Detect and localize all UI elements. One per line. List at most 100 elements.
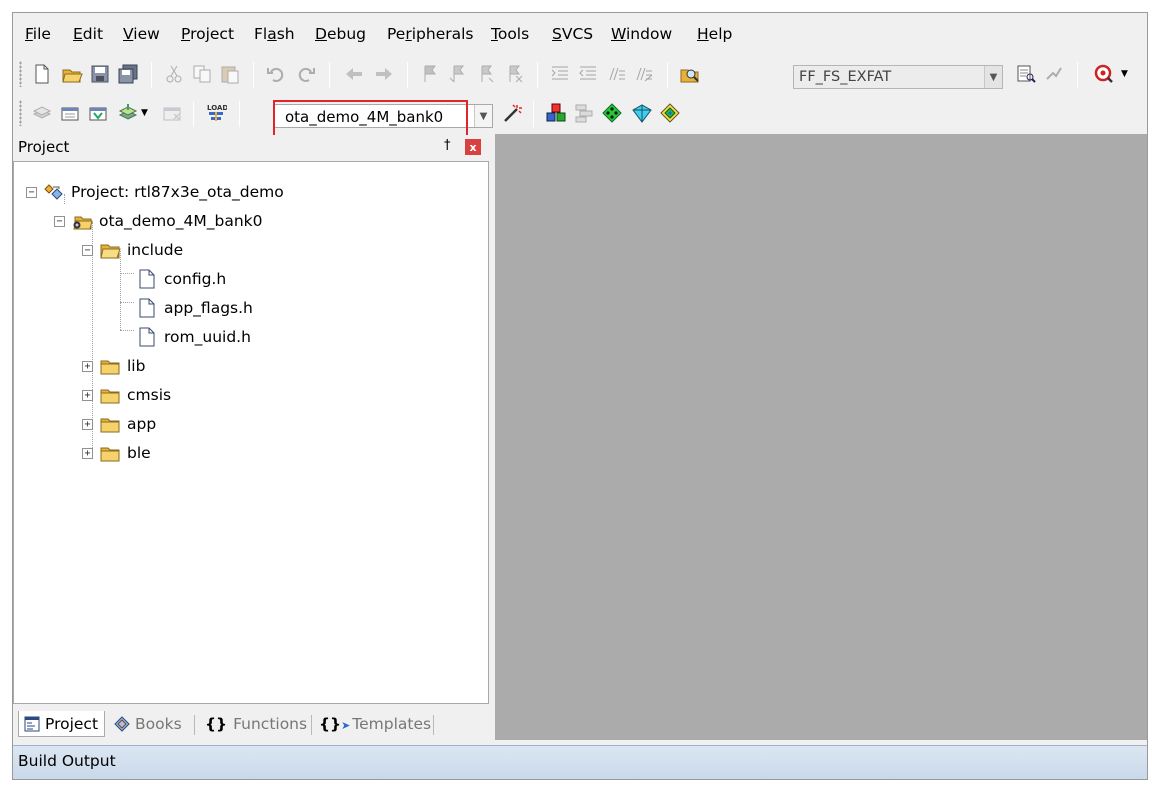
- translate-icon[interactable]: [31, 102, 53, 124]
- manage-components-icon[interactable]: [545, 102, 567, 124]
- ide-window: File Edit View Project Flash Debug Perip…: [12, 12, 1148, 780]
- navigate-forward-icon[interactable]: [373, 63, 395, 85]
- tree-node-group[interactable]: + ble: [82, 442, 151, 464]
- braces-icon: {}: [205, 715, 228, 733]
- collapse-toggle[interactable]: −: [82, 244, 93, 256]
- select-packs-icon[interactable]: [573, 102, 595, 124]
- expand-toggle[interactable]: +: [82, 389, 93, 401]
- group-label: cmsis: [127, 386, 172, 404]
- stop-build-icon[interactable]: [161, 102, 183, 124]
- menu-edit[interactable]: Edit: [73, 25, 103, 43]
- tree-connector: [120, 251, 121, 330]
- find-combo[interactable]: FF_FS_EXFAT ▼: [793, 65, 1003, 89]
- open-folder-icon: [99, 240, 121, 260]
- prev-bookmark-icon[interactable]: [447, 63, 469, 85]
- build-icon[interactable]: [59, 102, 81, 124]
- comment-icon[interactable]: [605, 63, 627, 85]
- cut-icon[interactable]: [163, 63, 185, 85]
- uncomment-icon[interactable]: [633, 63, 655, 85]
- new-file-icon[interactable]: [31, 63, 53, 85]
- menu-flash[interactable]: Flash: [254, 25, 295, 43]
- incremental-find-icon[interactable]: [1043, 63, 1065, 85]
- menu-tools[interactable]: Tools: [491, 25, 529, 43]
- batch-build-icon[interactable]: [117, 102, 139, 124]
- chevron-down-icon[interactable]: ▼: [1121, 69, 1135, 91]
- menu-bar: File Edit View Project Flash Debug Perip…: [13, 13, 1147, 55]
- undo-icon[interactable]: [265, 63, 287, 85]
- menu-window[interactable]: Window: [611, 25, 672, 43]
- project-panel-title: Project: [18, 138, 70, 156]
- open-file-icon[interactable]: [61, 63, 83, 85]
- options-for-target-icon[interactable]: [501, 102, 523, 124]
- tree-node-include[interactable]: − include: [82, 239, 183, 261]
- toolbar-grip[interactable]: [19, 61, 22, 87]
- paste-icon[interactable]: [219, 63, 241, 85]
- toolbar-separator: [151, 62, 152, 88]
- menu-svcs[interactable]: SVCS: [552, 25, 593, 43]
- menu-peripherals[interactable]: Peripherals: [387, 25, 473, 43]
- tree-node-group[interactable]: + lib: [82, 355, 145, 377]
- expand-toggle[interactable]: +: [82, 418, 93, 430]
- file-toolbar: FF_FS_EXFAT ▼ ▼: [13, 55, 1147, 94]
- toolbar-grip[interactable]: [19, 100, 22, 126]
- toolbar-separator: [253, 62, 254, 88]
- unindent-icon[interactable]: [577, 63, 599, 85]
- expand-toggle[interactable]: +: [82, 360, 93, 372]
- find-in-files-icon[interactable]: [679, 63, 701, 85]
- debug-session-icon[interactable]: [1093, 63, 1115, 85]
- toolbar-separator: [667, 62, 668, 88]
- clear-bookmarks-icon[interactable]: [503, 63, 525, 85]
- close-icon[interactable]: x: [465, 139, 481, 155]
- copy-icon[interactable]: [191, 63, 213, 85]
- next-bookmark-icon[interactable]: [475, 63, 497, 85]
- indent-icon[interactable]: [549, 63, 571, 85]
- chevron-down-icon[interactable]: ▼: [984, 66, 1002, 88]
- find-icon[interactable]: [1015, 63, 1037, 85]
- editor-area: [495, 134, 1147, 740]
- collapse-toggle[interactable]: −: [26, 186, 37, 198]
- menu-project[interactable]: Project: [181, 25, 234, 43]
- menu-view[interactable]: View: [123, 25, 160, 43]
- tree-file[interactable]: config.h: [136, 268, 226, 290]
- tab-project[interactable]: Project: [18, 711, 106, 737]
- header-file-icon: [136, 327, 158, 347]
- redo-icon[interactable]: [295, 63, 317, 85]
- download-icon[interactable]: LOAD: [205, 102, 227, 124]
- folder-icon: [99, 356, 121, 376]
- save-all-icon[interactable]: [117, 63, 139, 85]
- tree-file[interactable]: rom_uuid.h: [136, 326, 251, 348]
- tree-node-project[interactable]: − Project: rtl87x3e_ota_demo: [26, 181, 284, 203]
- save-icon[interactable]: [89, 63, 111, 85]
- chevron-down-icon[interactable]: ▼: [141, 108, 153, 130]
- menu-file[interactable]: File: [25, 25, 51, 43]
- toolbar-separator: [407, 62, 408, 88]
- tree-node-group[interactable]: + app: [82, 413, 156, 435]
- pack-installer-icon[interactable]: [601, 102, 623, 124]
- group-label: lib: [127, 357, 146, 375]
- manage-run-time-icon[interactable]: [659, 102, 681, 124]
- chevron-down-icon[interactable]: ▼: [474, 105, 492, 127]
- file-label: rom_uuid.h: [164, 328, 251, 346]
- folder-icon: [99, 414, 121, 434]
- tree-file[interactable]: app_flags.h: [136, 297, 253, 319]
- rebuild-icon[interactable]: [87, 102, 109, 124]
- file-label: config.h: [164, 270, 227, 288]
- file-label: app_flags.h: [164, 299, 253, 317]
- tree-node-target[interactable]: − ota_demo_4M_bank0: [54, 210, 263, 232]
- project-label: Project: rtl87x3e_ota_demo: [71, 183, 284, 201]
- target-select[interactable]: ota_demo_4M_bank0 ▼: [273, 104, 493, 128]
- expand-toggle[interactable]: +: [82, 447, 93, 459]
- navigate-back-icon[interactable]: [343, 63, 365, 85]
- tab-templates[interactable]: {}➤ Templates: [319, 711, 431, 737]
- pin-icon[interactable]: †: [444, 138, 451, 153]
- tab-books[interactable]: Books: [113, 711, 182, 737]
- collapse-toggle[interactable]: −: [54, 215, 65, 227]
- manage-project-items-icon[interactable]: [631, 102, 653, 124]
- bookmark-icon[interactable]: [419, 63, 441, 85]
- menu-help[interactable]: Help: [697, 25, 732, 43]
- tab-functions[interactable]: {} Functions: [205, 711, 307, 737]
- group-label: ble: [127, 444, 151, 462]
- menu-debug[interactable]: Debug: [315, 25, 366, 43]
- tree-node-group[interactable]: + cmsis: [82, 384, 171, 406]
- build-output-panel: Build Output: [13, 745, 1147, 779]
